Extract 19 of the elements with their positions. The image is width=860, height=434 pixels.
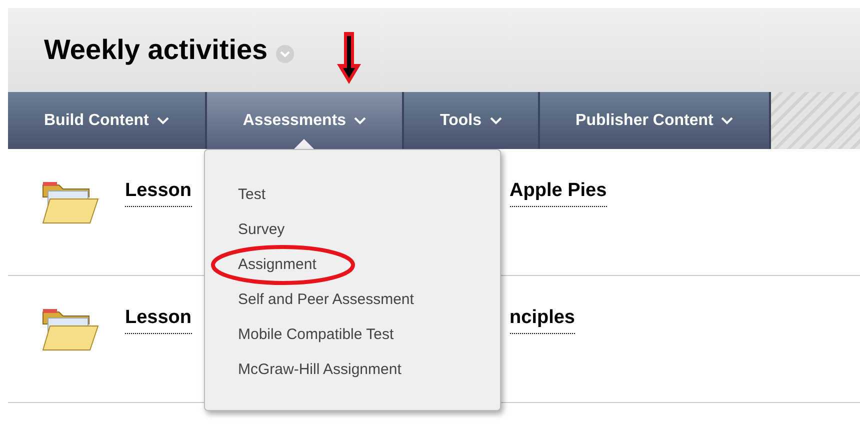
menu-item[interactable]: McGraw-Hill Assignment xyxy=(238,359,402,382)
chevron-down-icon xyxy=(354,116,366,124)
chevron-icon xyxy=(276,45,294,63)
folder-icon xyxy=(40,179,100,225)
menu-item[interactable]: Mobile Compatible Test xyxy=(238,324,394,347)
chevron-down-icon xyxy=(721,116,734,124)
item-title[interactable]: Lesson xyxy=(125,304,192,334)
folder-icon xyxy=(40,306,100,352)
item-title[interactable]: Apple Pies xyxy=(510,177,607,206)
item-title[interactable]: nciples xyxy=(510,304,576,334)
arrow-down-annotation xyxy=(335,30,363,86)
chevron-down-icon xyxy=(490,116,502,124)
item-title[interactable]: Lesson xyxy=(125,177,192,206)
menu-item[interactable]: Self and Peer Assessment xyxy=(238,289,414,312)
menu-item[interactable]: Survey xyxy=(238,219,285,242)
chevron-down-icon xyxy=(156,116,169,124)
menu-item[interactable]: Test xyxy=(238,184,266,207)
page-title: Weekly activities xyxy=(44,33,268,67)
nav-tab[interactable]: Assessments xyxy=(206,92,404,149)
